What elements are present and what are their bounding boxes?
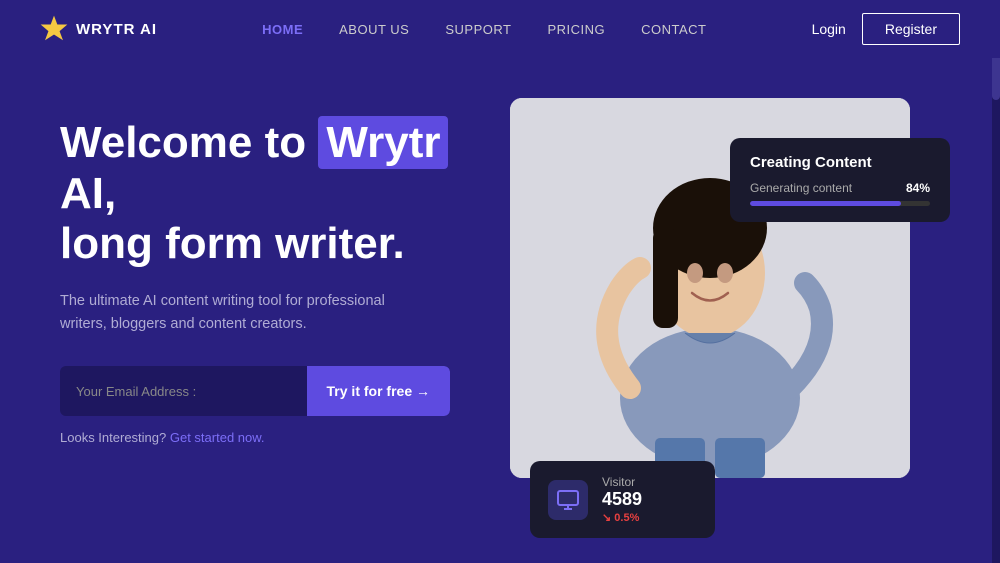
brand: WRYTR AI <box>40 15 157 43</box>
hero-title-line2: long form writer. <box>60 219 405 268</box>
email-input[interactable] <box>60 384 307 399</box>
navbar: WRYTR AI HOME ABOUT US SUPPORT PRICING C… <box>0 0 1000 58</box>
nav-links: HOME ABOUT US SUPPORT PRICING CONTACT <box>262 22 706 37</box>
try-free-button[interactable]: Try it for free → <box>307 366 450 416</box>
card-label: Generating content <box>750 181 852 195</box>
login-button[interactable]: Login <box>812 21 846 37</box>
nav-home[interactable]: HOME <box>262 22 303 37</box>
visitor-count: 4589 <box>602 489 642 511</box>
visitor-info: Visitor 4589 ↘ 0.5% <box>602 475 642 524</box>
visitor-icon-wrap <box>548 480 588 520</box>
monitor-icon <box>557 489 579 511</box>
nav-pricing[interactable]: PRICING <box>547 22 605 37</box>
brand-name: WRYTR AI <box>76 21 157 38</box>
nav-support[interactable]: SUPPORT <box>445 22 511 37</box>
card-percent: 84% <box>906 181 930 195</box>
card-progress-row: Generating content 84% <box>750 181 930 195</box>
card-title: Creating Content <box>750 154 930 171</box>
scrollbar[interactable] <box>992 0 1000 563</box>
progress-bar <box>750 201 930 206</box>
hero-left: Welcome to Wrytr AI, long form writer. T… <box>60 108 480 445</box>
hero-title: Welcome to Wrytr AI, long form writer. <box>60 118 480 270</box>
creating-content-card: Creating Content Generating content 84% <box>730 138 950 222</box>
logo-icon <box>40 15 68 43</box>
hero-subtitle: The ultimate AI content writing tool for… <box>60 290 430 336</box>
hero-title-part2: AI, <box>60 169 116 218</box>
main-content: Welcome to Wrytr AI, long form writer. T… <box>0 108 1000 518</box>
visitor-change: ↘ 0.5% <box>602 511 642 524</box>
visitor-label: Visitor <box>602 475 642 489</box>
email-form: Try it for free → <box>60 366 450 416</box>
hero-right: Creating Content Generating content 84% … <box>510 98 940 518</box>
hero-title-highlight: Wrytr <box>318 116 448 169</box>
nav-contact[interactable]: CONTACT <box>641 22 706 37</box>
looks-interesting: Looks Interesting? Get started now. <box>60 430 480 445</box>
get-started-link[interactable]: Get started now. <box>170 430 265 445</box>
visitor-card: Visitor 4589 ↘ 0.5% <box>530 461 715 538</box>
navbar-actions: Login Register <box>812 13 960 45</box>
hero-title-part1: Welcome to <box>60 118 318 167</box>
progress-bar-fill <box>750 201 901 206</box>
nav-about[interactable]: ABOUT US <box>339 22 409 37</box>
register-button[interactable]: Register <box>862 13 960 45</box>
